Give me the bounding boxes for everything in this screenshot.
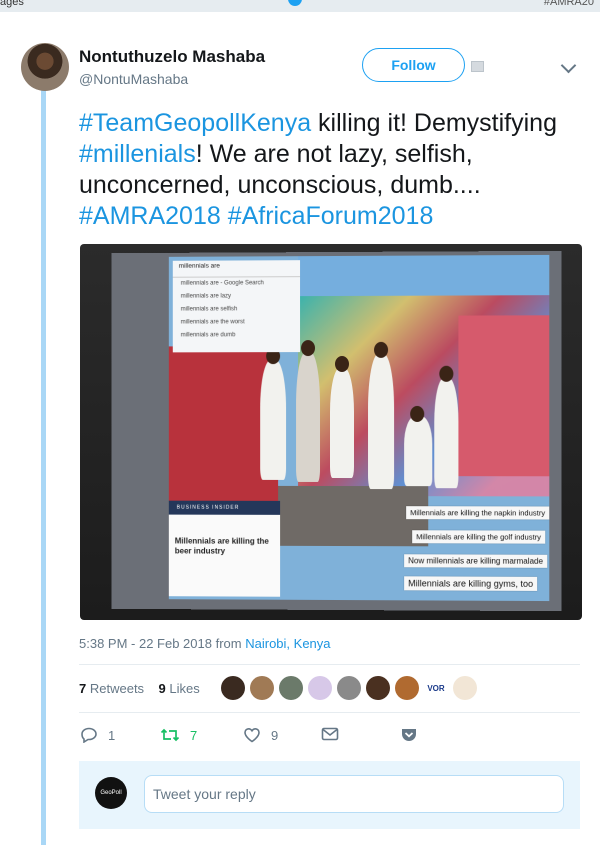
liker-avatar[interactable]: [279, 676, 303, 700]
person-figure: [434, 378, 458, 488]
reply-icon: [80, 727, 98, 743]
liker-avatar[interactable]: [395, 676, 419, 700]
browser-top-strip: ages #AMRA20: [0, 0, 600, 12]
twitter-bird-icon: [288, 0, 302, 6]
suggestion: millennials are selfish: [173, 303, 300, 316]
reply-input[interactable]: Tweet your reply: [144, 775, 564, 813]
headline-caption: Millennials are killing gyms, too: [404, 576, 537, 591]
person-figure: [404, 416, 432, 486]
avatar[interactable]: [21, 43, 69, 91]
projector-screen: millennials are millennials are - Google…: [111, 251, 561, 611]
follow-button[interactable]: Follow: [362, 48, 465, 82]
thread-line: [41, 90, 46, 845]
person-figure: [330, 368, 354, 478]
tweet-photo[interactable]: millennials are millennials are - Google…: [80, 244, 582, 620]
tweet-text-segment: [221, 202, 228, 230]
reply-count: 1: [108, 728, 115, 743]
tweet-stats: 7 Retweets 9 Likes: [79, 681, 200, 696]
divider: [79, 664, 580, 665]
pocket-icon: [400, 727, 418, 743]
tab-title: ages: [0, 0, 24, 8]
news-headline: Millennials are killing the beer industr…: [169, 515, 280, 557]
retweet-icon: [160, 727, 180, 743]
person-figure: [368, 354, 394, 489]
save-button[interactable]: [400, 727, 428, 743]
user-name[interactable]: Nontuthuzelo Mashaba: [79, 47, 265, 67]
image-icon: [471, 61, 484, 72]
liker-avatar[interactable]: [308, 676, 332, 700]
headline-caption: Millennials are killing the napkin indus…: [406, 506, 549, 519]
liker-avatar[interactable]: [453, 676, 477, 700]
person-figure: [296, 352, 320, 482]
divider: [79, 712, 580, 713]
heart-icon: [243, 727, 261, 743]
tweet-text: #TeamGeopollKenya killing it! Demystifyi…: [79, 108, 584, 232]
liker-avatar[interactable]: [221, 676, 245, 700]
news-brand: BUSINESS INSIDER: [169, 501, 280, 515]
search-query: millennials are: [173, 260, 300, 278]
news-card: BUSINESS INSIDER Millennials are killing…: [169, 501, 280, 597]
hashtag-link[interactable]: #millenials: [79, 140, 196, 168]
tweet-location[interactable]: Nairobi, Kenya: [245, 636, 330, 651]
search-hashtag: #AMRA20: [544, 0, 594, 8]
reply-composer: GeoPoll Tweet your reply: [79, 761, 580, 829]
message-button[interactable]: [321, 727, 349, 741]
hashtag-link[interactable]: #AfricaForum2018: [228, 202, 434, 230]
tweet-text-segment: killing it! Demystifying: [311, 109, 557, 137]
suggestion: millennials are - Google Search: [173, 277, 300, 291]
retweet-button[interactable]: 7: [160, 727, 197, 743]
like-button[interactable]: 9: [243, 727, 278, 743]
search-suggestions: millennials are millennials are - Google…: [173, 260, 300, 352]
liker-avatar[interactable]: [337, 676, 361, 700]
retweets-label[interactable]: Retweets: [90, 681, 144, 696]
hashtag-link[interactable]: #AMRA2018: [79, 202, 221, 230]
envelope-icon: [321, 727, 339, 741]
headline-caption: Now millennials are killing marmalade: [404, 554, 547, 568]
suggestion: millennials are dumb: [173, 329, 300, 342]
retweets-count[interactable]: 7: [79, 681, 86, 696]
liker-avatar[interactable]: [250, 676, 274, 700]
likes-label[interactable]: Likes: [169, 681, 199, 696]
reply-avatar-text: GeoPoll: [100, 790, 121, 796]
like-count: 9: [271, 728, 278, 743]
liker-avatar[interactable]: [366, 676, 390, 700]
headline-caption: Millennials are killing the golf industr…: [412, 530, 545, 543]
reply-avatar: GeoPoll: [95, 777, 127, 809]
hashtag-link[interactable]: #TeamGeopollKenya: [79, 109, 311, 137]
retweet-count: 7: [190, 728, 197, 743]
tweet-time[interactable]: 5:38 PM - 22 Feb 2018: [79, 636, 212, 651]
likes-count[interactable]: 9: [159, 681, 166, 696]
tweet-timestamp: 5:38 PM - 22 Feb 2018 from Nairobi, Keny…: [79, 636, 331, 651]
reply-button[interactable]: 1: [80, 727, 115, 743]
presentation-slide: millennials are millennials are - Google…: [169, 255, 549, 601]
person-figure: [260, 360, 286, 480]
suggestion: millennials are lazy: [173, 290, 300, 303]
user-handle[interactable]: @NontuMashaba: [79, 71, 188, 87]
chevron-down-icon[interactable]: [561, 58, 577, 74]
liker-avatar[interactable]: VOR: [424, 676, 448, 700]
from-label: from: [216, 636, 242, 651]
suggestion: millennials are the worst: [173, 316, 300, 329]
